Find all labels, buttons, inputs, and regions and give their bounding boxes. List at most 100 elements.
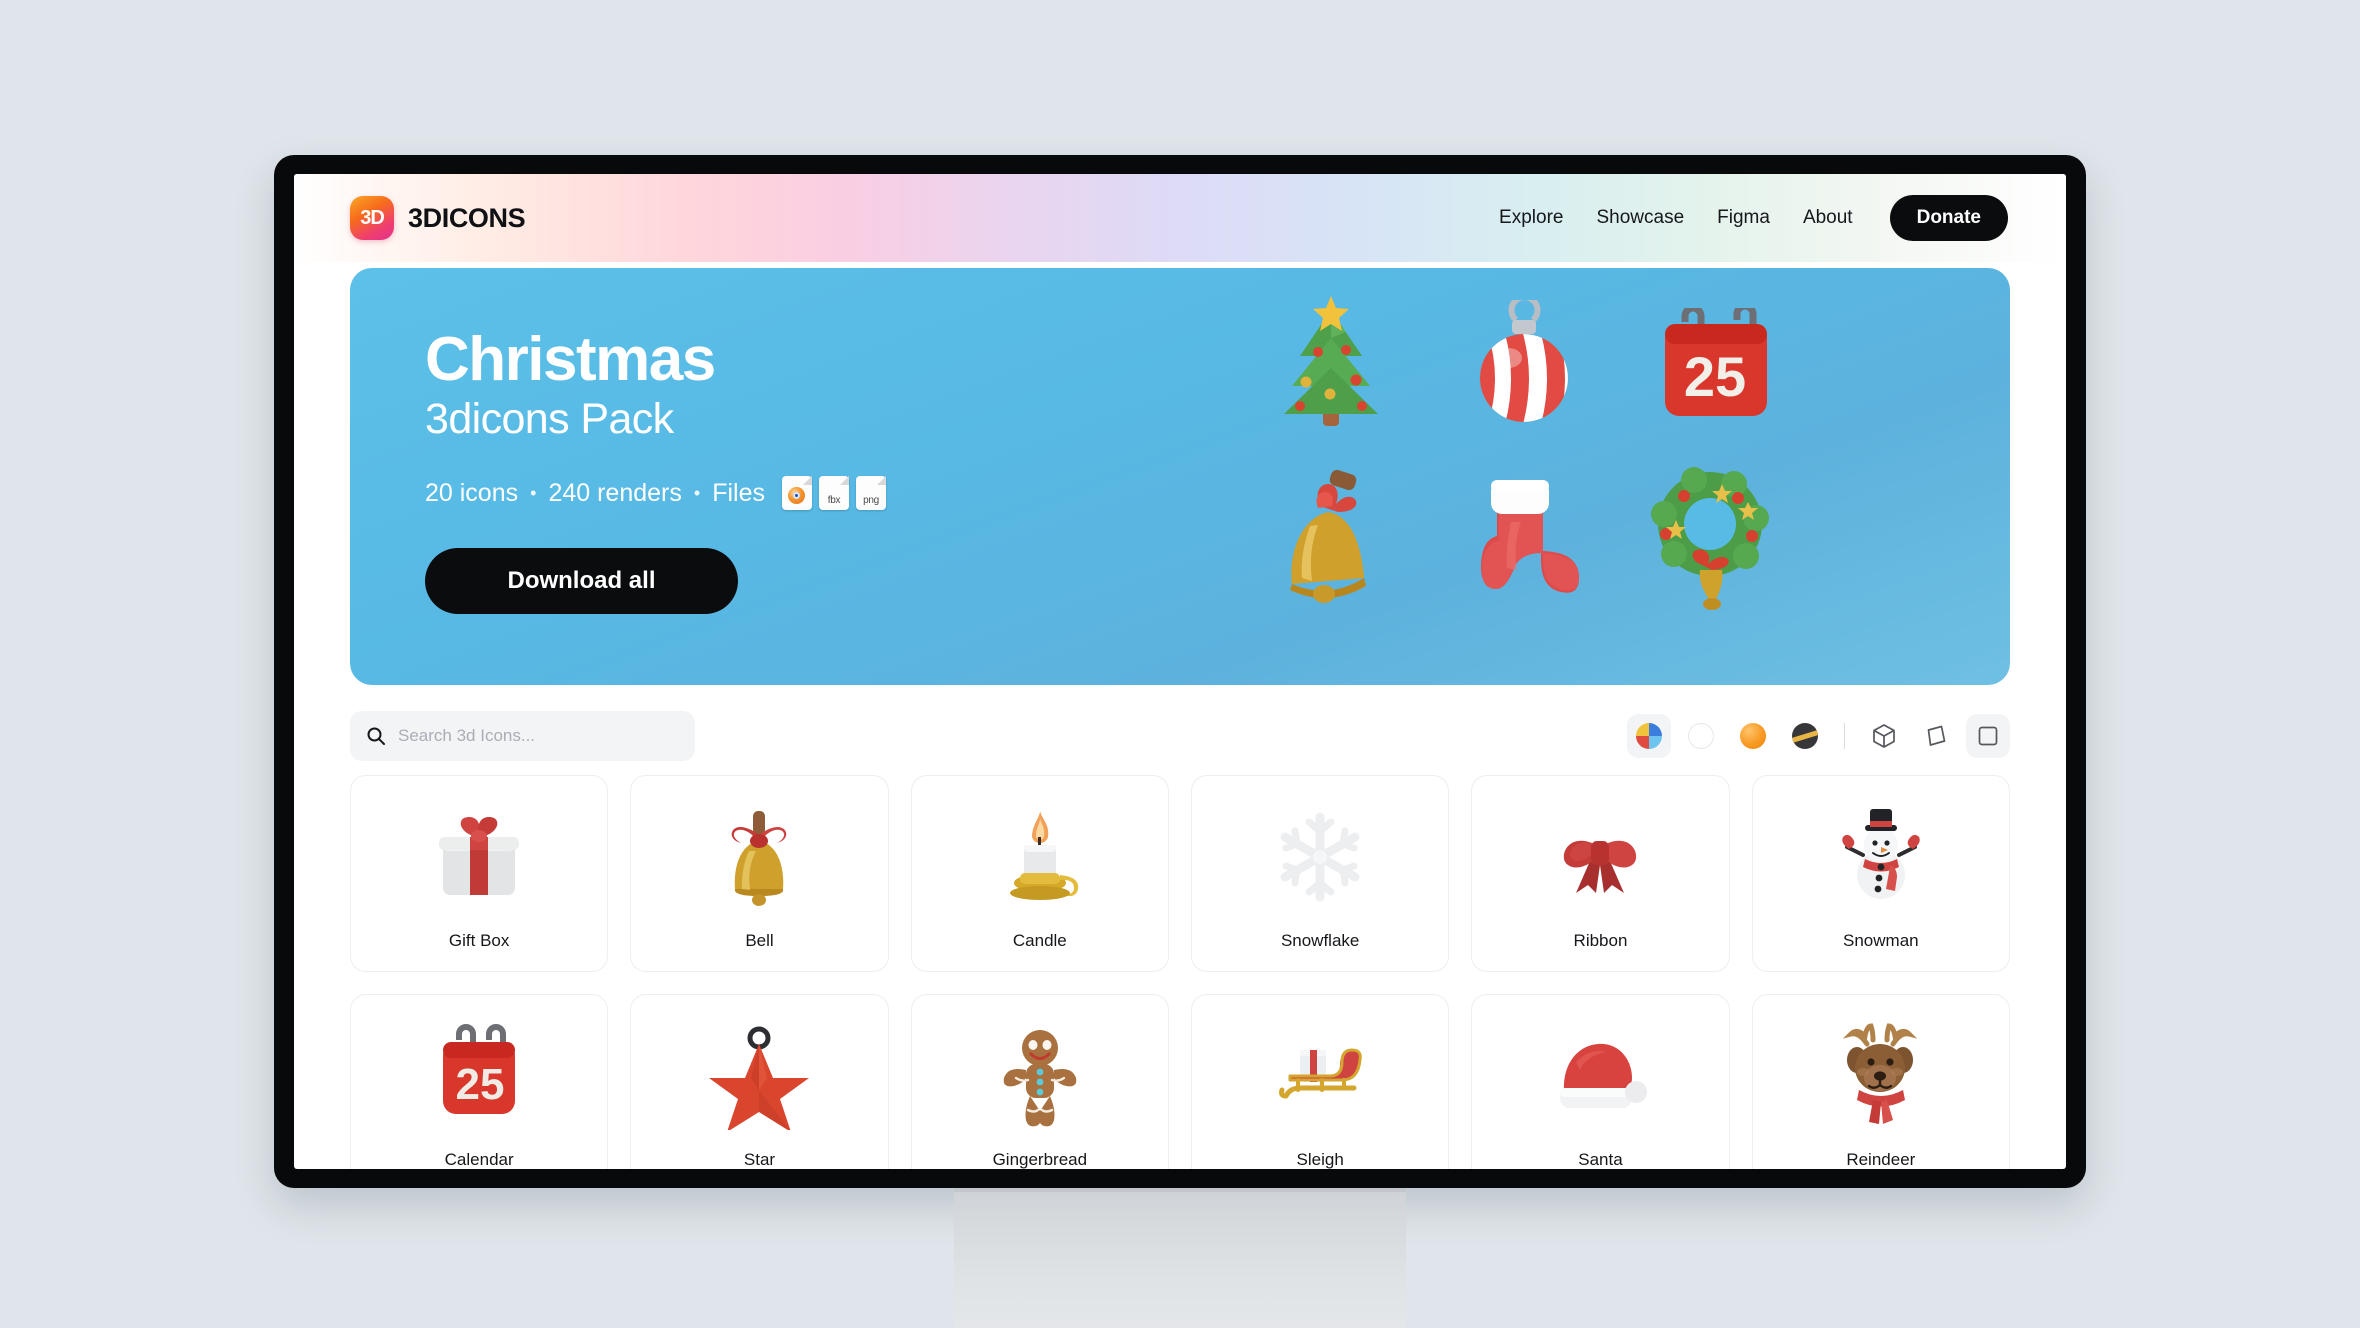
nav-item-figma[interactable]: Figma <box>1717 207 1770 229</box>
main-nav: Explore Showcase Figma About Donate <box>1499 195 2008 241</box>
tilted-square-icon <box>1927 725 1946 746</box>
banner-illustrations: 25 <box>1246 268 2010 685</box>
icon-card-reindeer[interactable]: Reindeer <box>1751 994 2010 1169</box>
star-icon <box>709 1026 810 1130</box>
card-art <box>986 1016 1094 1136</box>
monitor-frame: 3D 3DICONS Explore Showcase Figma About … <box>274 155 2086 1188</box>
icon-card-calendar[interactable]: 25 Calendar <box>350 994 609 1169</box>
card-art <box>986 797 1094 917</box>
icon-card-label: Gingerbread <box>992 1149 1088 1169</box>
icon-card-candle[interactable]: Candle <box>910 775 1169 972</box>
stocking-icon <box>1481 480 1580 593</box>
brand[interactable]: 3D 3DICONS <box>350 196 526 240</box>
card-art <box>425 797 533 917</box>
gift-box-icon <box>439 816 520 895</box>
calendar-25-icon: 25 <box>1665 308 1768 416</box>
icon-card-snowman[interactable]: Snowman <box>1751 775 2010 972</box>
cube-icon <box>1873 724 1895 748</box>
snowman-icon <box>1842 808 1920 899</box>
filter-style-dynamic[interactable] <box>1914 714 1958 758</box>
ribbon-icon <box>1564 840 1637 893</box>
icon-card-label: Ribbon <box>1573 930 1628 950</box>
meta-separator-1: • <box>530 482 537 503</box>
svg-text:25: 25 <box>456 1060 505 1109</box>
dark-swatch-icon <box>1792 723 1818 749</box>
reindeer-icon <box>1842 1022 1917 1124</box>
icon-card-snowflake[interactable]: Snowflake <box>1191 775 1450 972</box>
icon-card-bell[interactable]: Bell <box>630 775 889 972</box>
icon-card-ribbon[interactable]: Ribbon <box>1471 775 1730 972</box>
icon-card-label: Calendar <box>444 1149 514 1169</box>
square-icon <box>1978 726 1998 746</box>
filter-style-front[interactable] <box>1966 714 2010 758</box>
nav-item-about[interactable]: About <box>1803 207 1853 229</box>
filter-color-orange[interactable] <box>1731 714 1775 758</box>
card-art <box>1546 797 1654 917</box>
calendar-icon: 25 <box>443 1023 516 1114</box>
donate-button[interactable]: Donate <box>1889 195 2008 241</box>
card-art <box>1827 1016 1935 1136</box>
icon-card-label: Snowman <box>1843 930 1919 950</box>
fbx-label: fbx <box>827 495 841 507</box>
screen: 3D 3DICONS Explore Showcase Figma About … <box>294 174 2066 1169</box>
wreath-icon <box>1651 467 1770 610</box>
icon-card-label: Bell <box>745 930 774 950</box>
icon-card-label: Star <box>743 1149 776 1169</box>
filter-toolbar: Search 3d Icons... <box>294 685 2066 775</box>
toolbar-divider <box>1844 723 1845 749</box>
banner-title: Christmas <box>425 325 716 394</box>
desktop-scene: 3D 3DICONS Explore Showcase Figma About … <box>0 0 2360 1328</box>
card-art <box>1546 1016 1654 1136</box>
banner-subtitle: 3dicons Pack <box>425 395 674 444</box>
blend-file-icon <box>781 476 812 511</box>
search-icon <box>367 727 385 745</box>
bell-icon <box>732 810 787 906</box>
blender-glyph <box>788 487 806 505</box>
christmas-tree-icon <box>1284 296 1379 426</box>
svg-text:25: 25 <box>1684 345 1746 408</box>
banner-icons-count: 20 icons <box>425 478 519 507</box>
icon-card-sleigh[interactable]: Sleigh <box>1191 994 1450 1169</box>
gingerbread-icon <box>1003 1029 1077 1126</box>
logo-text: 3D <box>360 207 385 229</box>
filter-color-dark[interactable] <box>1783 714 1827 758</box>
banner-meta: 20 icons • 240 renders • Files fbx png <box>425 476 1246 511</box>
nav-item-showcase[interactable]: Showcase <box>1596 207 1684 229</box>
multicolor-swatch-icon <box>1636 723 1662 749</box>
icon-card-label: Reindeer <box>1846 1149 1916 1169</box>
santa-hat-icon <box>1560 1043 1648 1108</box>
download-all-button[interactable]: Download all <box>425 548 738 615</box>
candle-icon <box>1009 810 1079 900</box>
card-art <box>705 797 813 917</box>
sleigh-icon <box>1279 1048 1362 1098</box>
png-file-icon: png <box>855 476 886 511</box>
filter-color-multi[interactable] <box>1627 714 1671 758</box>
filters-group <box>1627 714 2010 758</box>
logo-icon: 3D <box>350 196 394 240</box>
monitor-stand <box>954 1188 1406 1328</box>
promo-banner: Christmas 3dicons Pack 20 icons • 240 re… <box>350 268 2010 685</box>
icon-card-label: Santa <box>1578 1149 1623 1169</box>
filter-style-isometric[interactable] <box>1862 714 1906 758</box>
icon-card-label: Sleigh <box>1296 1149 1344 1169</box>
nav-item-explore[interactable]: Explore <box>1499 207 1563 229</box>
search-input[interactable]: Search 3d Icons... <box>350 711 695 761</box>
icon-card-label: Candle <box>1012 930 1067 950</box>
icon-card-santa[interactable]: Santa <box>1471 994 1730 1169</box>
icon-card-label: Snowflake <box>1280 930 1360 950</box>
banner-content: Christmas 3dicons Pack 20 icons • 240 re… <box>350 268 1246 685</box>
filter-color-white[interactable] <box>1679 714 1723 758</box>
orange-swatch-icon <box>1740 723 1766 749</box>
icon-card-gift-box[interactable]: Gift Box <box>350 775 609 972</box>
search-placeholder: Search 3d Icons... <box>398 726 536 745</box>
white-swatch-icon <box>1688 723 1714 749</box>
png-label: png <box>863 495 879 507</box>
icon-card-gingerbread[interactable]: Gingerbread <box>910 994 1169 1169</box>
meta-separator-2: • <box>693 482 701 503</box>
file-type-badges: fbx png <box>781 476 886 511</box>
banner-renders-count: 240 renders <box>548 478 682 507</box>
brand-name: 3DICONS <box>408 202 526 233</box>
card-art <box>1266 797 1374 917</box>
icon-card-star[interactable]: Star <box>630 994 889 1169</box>
card-art <box>705 1016 813 1136</box>
